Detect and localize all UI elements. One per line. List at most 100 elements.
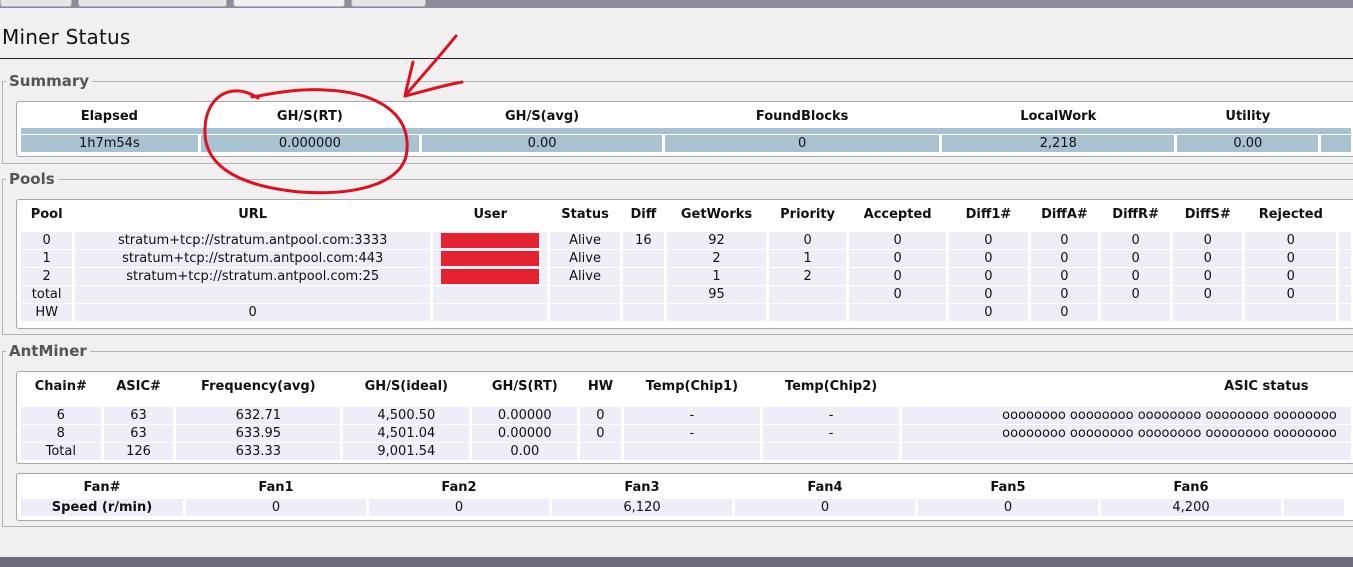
table-row: total 95 0 0 0 0 0 0 — [21, 286, 1351, 303]
pool-url: stratum+tcp://stratum.antpool.com:25 — [75, 268, 431, 285]
chain-cell: 63 — [103, 425, 174, 442]
top-tab-active[interactable] — [233, 0, 345, 7]
asic-status-cell: oooooooo oooooooo oooooooo oooooooo oooo… — [902, 407, 1351, 424]
fans-speed-row: Speed (r/min) 0 0 6,120 0 0 4,200 — [21, 499, 1344, 516]
summary-header: GH/S(avg) — [505, 108, 580, 124]
fan-speed: 0 — [918, 499, 1098, 516]
summary-header: GH/S(RT) — [276, 108, 343, 124]
asic-status-cell: oooooooo oooooooo oooooooo oooooooo oooo… — [902, 425, 1351, 442]
antminer-header: HW — [587, 378, 614, 394]
pool-cell: 0 — [1101, 268, 1171, 285]
chain-cell — [580, 443, 621, 460]
fans-header: Fan2 — [441, 479, 477, 495]
antminer-table: Chain# ASIC# Frequency(avg) GH/S(ideal) … — [18, 374, 1353, 461]
summary-value: 2,218 — [942, 135, 1175, 152]
asic-status-cell — [902, 443, 1351, 460]
redaction-block — [441, 269, 540, 284]
pools-header: DiffR# — [1112, 206, 1159, 222]
summary-value: 0.000000 — [200, 135, 419, 152]
title-divider — [0, 58, 1353, 59]
pools-table-box: Pool URL User Status Diff GetWorks Prior… — [16, 199, 1353, 329]
pools-header: Diff — [630, 206, 657, 222]
pool-cell: 0 — [1030, 232, 1099, 249]
chain-cell: 0.00 — [472, 443, 578, 460]
antminer-header: ASIC# — [116, 378, 161, 394]
pool-cell: 0 — [1030, 268, 1099, 285]
fans-table: Fan# Fan1 Fan2 Fan3 Fan4 Fan5 Fan6 Speed… — [18, 475, 1347, 517]
top-tab[interactable] — [78, 0, 227, 7]
pools-header: DiffA# — [1041, 206, 1088, 222]
chain-cell: 8 — [21, 425, 101, 442]
summary-value: 0.00 — [1177, 135, 1319, 152]
summary-legend: Summary — [9, 72, 90, 90]
antminer-header: Temp(Chip2) — [784, 378, 878, 394]
pool-cell: 16 — [622, 232, 665, 249]
pools-header: URL — [238, 206, 268, 222]
chain-cell — [762, 443, 900, 460]
chain-cell: 633.33 — [176, 443, 341, 460]
chain-cell: - — [762, 425, 900, 442]
top-tab[interactable] — [351, 0, 426, 7]
table-row: 8 63 633.95 4,501.04 0.00000 0 - - ooooo… — [21, 425, 1351, 442]
bottom-scroll-bar[interactable] — [0, 557, 1353, 567]
pool-cell: 0 — [949, 304, 1028, 321]
pool-cell: 0 — [1173, 286, 1243, 303]
antminer-header: GH/S(ideal) — [364, 378, 448, 394]
pool-url: stratum+tcp://stratum.antpool.com:3333 — [75, 232, 431, 249]
pool-cell: 1 — [21, 250, 73, 267]
pools-header — [1339, 203, 1351, 225]
row-spacer — [21, 226, 1351, 231]
antminer-header: GH/S(RT) — [491, 378, 558, 394]
chain-cell: 4,501.04 — [343, 425, 470, 442]
pool-cell: HW — [21, 304, 73, 321]
pool-cell: 95 — [667, 286, 766, 303]
pool-cell — [1339, 268, 1351, 285]
pool-cell — [1339, 286, 1351, 303]
pool-cell — [1339, 304, 1351, 321]
pool-cell: Alive — [550, 268, 620, 285]
chain-cell: 632.71 — [176, 407, 341, 424]
pool-cell: 0 — [1245, 232, 1337, 249]
table-row: HW 0 0 0 — [21, 304, 1351, 321]
fans-header: Fan# — [83, 479, 121, 495]
antminer-header: Temp(Chip1) — [645, 378, 739, 394]
chain-cell: 126 — [103, 443, 174, 460]
fans-header: Fan4 — [807, 479, 843, 495]
chain-cell: 0.00000 — [472, 425, 578, 442]
pool-cell — [1339, 232, 1351, 249]
pool-cell — [622, 286, 665, 303]
pool-cell: 0 — [849, 250, 947, 267]
pools-header-row: Pool URL User Status Diff GetWorks Prior… — [21, 203, 1351, 225]
chain-cell: Total — [21, 443, 101, 460]
summary-header — [1321, 105, 1351, 127]
pool-cell: 0 — [849, 232, 947, 249]
pool-cell: 0 — [769, 232, 847, 249]
pool-cell: 92 — [667, 232, 766, 249]
pool-cell: 0 — [75, 304, 431, 321]
table-row: 2 stratum+tcp://stratum.antpool.com:25 A… — [21, 268, 1351, 285]
summary-value: 0 — [665, 135, 940, 152]
pool-cell — [769, 286, 847, 303]
table-row-spacer — [21, 398, 1351, 406]
fan-speed: 0 — [735, 499, 915, 516]
pool-cell: 0 — [1101, 286, 1171, 303]
antminer-legend: AntMiner — [9, 342, 87, 360]
pool-cell — [849, 304, 947, 321]
summary-header: LocalWork — [1020, 108, 1097, 124]
pool-cell — [433, 286, 548, 303]
pool-cell: 0 — [21, 232, 73, 249]
pool-cell: 0 — [1030, 250, 1099, 267]
summary-table-box: Elapsed GH/S(RT) GH/S(avg) FoundBlocks L… — [16, 101, 1353, 157]
pool-cell: total — [21, 286, 73, 303]
top-tab[interactable] — [0, 0, 72, 7]
summary-header: Elapsed — [80, 108, 138, 124]
pool-cell: 2 — [769, 268, 847, 285]
pools-legend: Pools — [9, 170, 55, 188]
pool-cell: 0 — [949, 286, 1028, 303]
fan-speed: 0 — [186, 499, 366, 516]
chain-cell: - — [623, 425, 760, 442]
table-row: Total 126 633.33 9,001.54 0.00 — [21, 443, 1351, 460]
fans-header — [1284, 476, 1344, 498]
table-row: 6 63 632.71 4,500.50 0.00000 0 - - ooooo… — [21, 407, 1351, 424]
antminer-header: ASIC status — [1224, 378, 1309, 394]
